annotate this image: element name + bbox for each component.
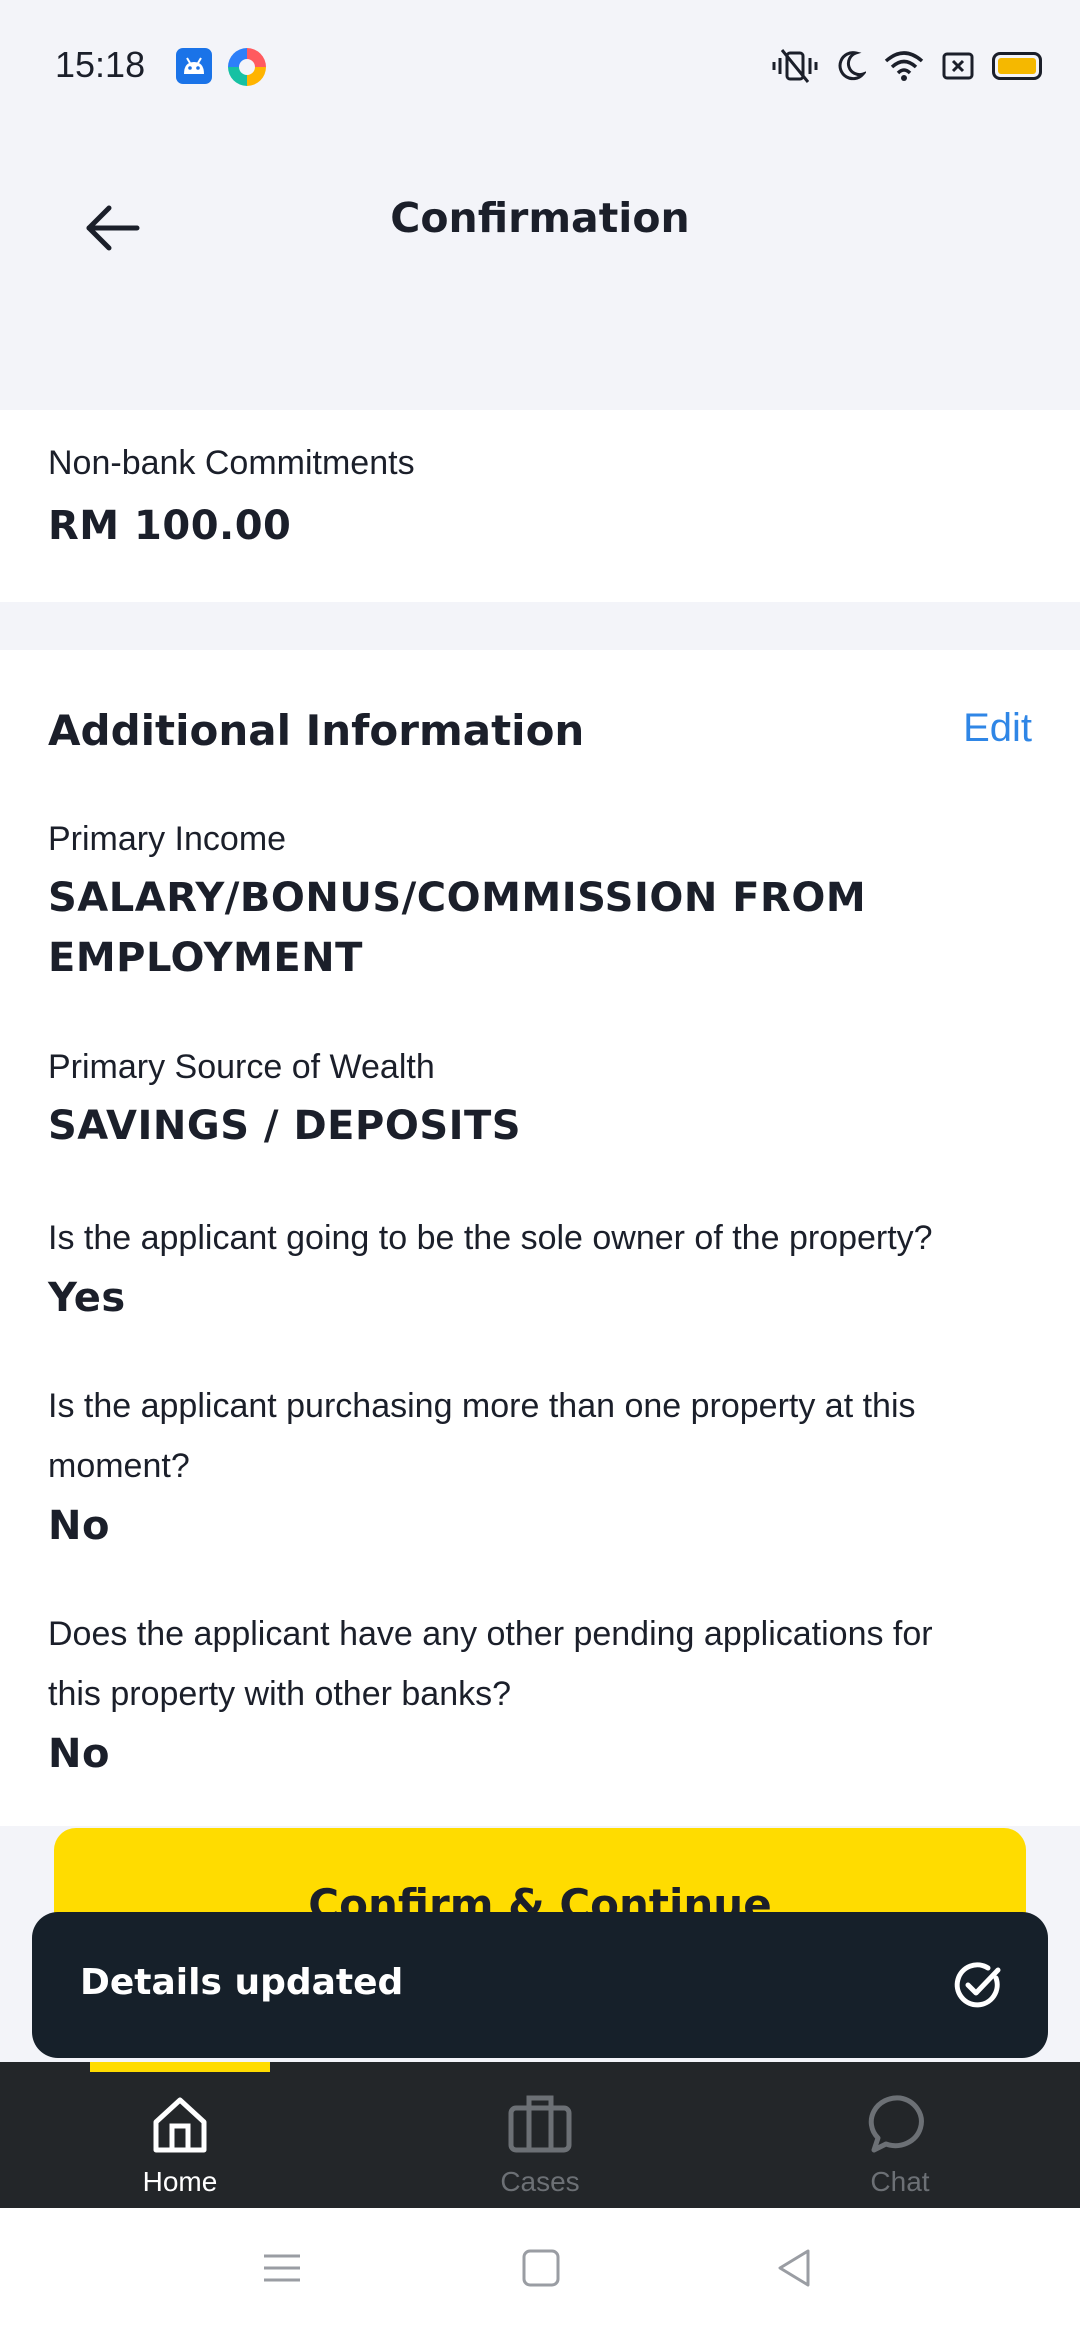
sole-owner-question: Is the applicant going to be the sole ow…	[48, 1219, 933, 1257]
multiple-property-question-line2: moment?	[48, 1447, 190, 1485]
system-status-icons	[772, 46, 1042, 86]
toast-notification: Details updated	[32, 1912, 1048, 2058]
active-tab-indicator	[90, 2062, 270, 2072]
check-circle-icon	[954, 1962, 1001, 2008]
colorful-app-icon	[228, 48, 266, 86]
multiple-property-question-line1: Is the applicant purchasing more than on…	[48, 1387, 916, 1425]
chat-bubble-icon	[868, 2095, 924, 2153]
sole-owner-answer: Yes	[48, 1275, 126, 1321]
primary-income-value-line2: EMPLOYMENT	[48, 935, 363, 981]
non-bank-label: Non-bank Commitments	[48, 444, 415, 482]
sim-icon	[942, 52, 974, 80]
nav-home-label: Home	[142, 2166, 218, 2197]
primary-income-value-line1: SALARY/BONUS/COMMISSION FROM	[48, 875, 867, 921]
multiple-property-answer: No	[48, 1503, 110, 1549]
section-title: Additional Information	[48, 706, 585, 755]
system-navigation-bar	[0, 2208, 1080, 2340]
android-app-icon	[176, 48, 212, 84]
source-of-wealth-label: Primary Source of Wealth	[48, 1048, 435, 1086]
edit-link[interactable]: Edit	[963, 706, 1032, 751]
bottom-navigation: Home Cases Chat	[0, 2062, 1080, 2208]
vibrate-icon	[772, 49, 818, 83]
non-bank-value: RM 100.00	[48, 503, 292, 549]
home-square-icon[interactable]	[521, 2248, 561, 2288]
source-of-wealth-value: SAVINGS / DEPOSITS	[48, 1103, 522, 1149]
moon-icon	[838, 51, 866, 81]
wifi-icon	[884, 51, 924, 81]
home-icon	[153, 2097, 207, 2153]
nav-chat-label: Chat	[870, 2166, 930, 2197]
primary-income-label: Primary Income	[48, 820, 287, 858]
page-title: Confirmation	[390, 194, 690, 242]
additional-information-card: Additional Information Edit Primary Inco…	[0, 650, 1080, 1826]
nav-cases[interactable]: Cases	[420, 2092, 660, 2198]
status-bar: 15:18	[0, 0, 1080, 132]
status-time: 15:18	[55, 44, 146, 85]
pending-applications-answer: No	[48, 1731, 110, 1777]
pending-applications-question-line2: this property with other banks?	[48, 1675, 512, 1713]
nav-chat[interactable]: Chat	[780, 2092, 1020, 2198]
battery-icon	[992, 52, 1042, 80]
header: Confirmation	[0, 132, 1080, 410]
non-bank-commitments-card: Non-bank Commitments RM 100.00	[0, 410, 1080, 602]
nav-cases-label: Cases	[500, 2166, 580, 2197]
menu-icon[interactable]	[262, 2248, 302, 2288]
nav-home[interactable]: Home	[60, 2092, 300, 2198]
toast-text: Details updated	[80, 1962, 404, 2003]
back-triangle-icon[interactable]	[774, 2248, 814, 2288]
pending-applications-question-line1: Does the applicant have any other pendin…	[48, 1615, 933, 1653]
briefcase-icon	[508, 2095, 572, 2153]
